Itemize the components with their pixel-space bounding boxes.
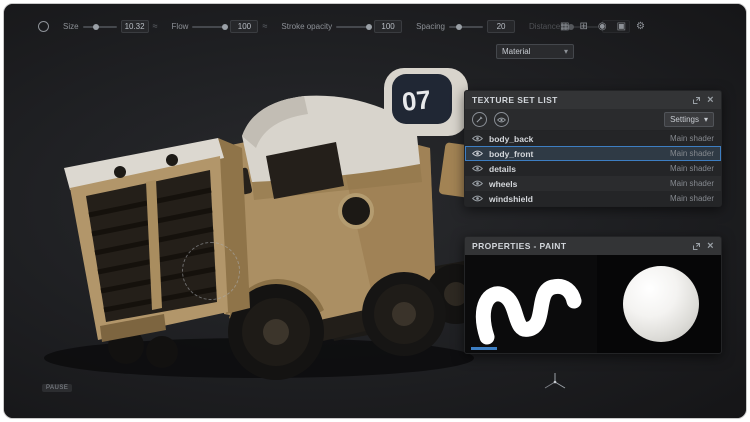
properties-paint-panel: PROPERTIES - PAINT × bbox=[464, 236, 722, 354]
close-icon[interactable]: × bbox=[707, 95, 714, 106]
texture-set-row[interactable]: body_back Main shader bbox=[465, 131, 721, 146]
stroke-opacity-value[interactable]: 100 bbox=[374, 20, 402, 33]
eye-icon[interactable] bbox=[472, 150, 483, 157]
brush-cursor bbox=[182, 242, 240, 300]
viewport-3d-model[interactable]: 07 bbox=[4, 56, 474, 391]
gear-icon[interactable]: ⚙ bbox=[636, 22, 645, 32]
brush-toolbar: Size 10.32 ≈ Flow 100 ≈ Stroke opacity 1… bbox=[38, 20, 630, 33]
panel-icon[interactable]: ▣ bbox=[617, 22, 626, 32]
sphere-view-icon[interactable]: ◉ bbox=[598, 22, 607, 32]
panel-title: PROPERTIES - PAINT bbox=[472, 241, 566, 251]
grid-icon[interactable]: ▦ bbox=[560, 22, 569, 32]
axis-gizmo-icon bbox=[541, 370, 569, 394]
eye-icon[interactable] bbox=[472, 135, 483, 142]
truck-number: 07 bbox=[400, 84, 432, 117]
settings-dropdown[interactable]: Settings ▾ bbox=[664, 112, 714, 127]
size-control: Size 10.32 ≈ bbox=[63, 20, 158, 33]
size-slider[interactable] bbox=[83, 26, 117, 28]
texture-set-name: windshield bbox=[489, 194, 533, 204]
flow-value[interactable]: 100 bbox=[230, 20, 258, 33]
close-icon[interactable]: × bbox=[707, 241, 714, 252]
properties-paint-header[interactable]: PROPERTIES - PAINT × bbox=[465, 237, 721, 255]
texture-set-list-panel: TEXTURE SET LIST × Settings ▾ body_back bbox=[464, 90, 722, 207]
texture-set-toolbar: Settings ▾ bbox=[465, 109, 721, 131]
spacing-slider[interactable] bbox=[449, 26, 483, 28]
material-mode-label: Material bbox=[502, 47, 530, 56]
undock-icon[interactable] bbox=[692, 242, 701, 251]
material-sphere-preview[interactable] bbox=[623, 266, 699, 342]
stroke-opacity-control: Stroke opacity 100 bbox=[281, 20, 402, 33]
distance-label: Distance bbox=[529, 22, 560, 31]
size-label: Size bbox=[63, 22, 79, 31]
flow-label: Flow bbox=[172, 22, 189, 31]
shader-label: Main shader bbox=[670, 149, 714, 158]
stroke-opacity-label: Stroke opacity bbox=[281, 22, 332, 31]
texture-set-list-header[interactable]: TEXTURE SET LIST × bbox=[465, 91, 721, 109]
flow-slider[interactable] bbox=[192, 26, 226, 28]
paint-filter-icon[interactable] bbox=[472, 112, 487, 127]
pressure-icon[interactable]: ≈ bbox=[153, 22, 158, 31]
shader-label: Main shader bbox=[670, 134, 714, 143]
spacing-control: Spacing 20 bbox=[416, 20, 515, 33]
size-value[interactable]: 10.32 bbox=[121, 20, 149, 33]
viewport-3d[interactable]: 07 bbox=[4, 4, 746, 418]
texture-set-name: details bbox=[489, 164, 516, 174]
texture-set-rows: body_back Main shader body_front Main sh… bbox=[465, 131, 721, 206]
eye-icon[interactable] bbox=[472, 180, 483, 187]
shader-label: Main shader bbox=[670, 194, 714, 203]
texture-set-row-selected[interactable]: body_front Main shader bbox=[465, 146, 721, 161]
brush-preview-area bbox=[465, 255, 721, 353]
texture-set-row[interactable]: details Main shader bbox=[465, 161, 721, 176]
eye-icon[interactable] bbox=[472, 165, 483, 172]
settings-label: Settings bbox=[670, 115, 699, 124]
flow-control: Flow 100 ≈ bbox=[172, 20, 268, 33]
brush-stroke-preview bbox=[473, 259, 593, 349]
status-chip[interactable]: PAUSE bbox=[42, 384, 72, 392]
texture-set-name: wheels bbox=[489, 179, 517, 189]
texture-set-row[interactable]: windshield Main shader bbox=[465, 191, 721, 206]
eye-icon[interactable] bbox=[472, 195, 483, 202]
spacing-value[interactable]: 20 bbox=[487, 20, 515, 33]
shader-label: Main shader bbox=[670, 164, 714, 173]
stroke-opacity-slider[interactable] bbox=[336, 26, 370, 28]
scroll-indicator[interactable] bbox=[471, 347, 497, 350]
texture-set-row[interactable]: wheels Main shader bbox=[465, 176, 721, 191]
texture-set-name: body_back bbox=[489, 134, 533, 144]
spacing-label: Spacing bbox=[416, 22, 445, 31]
chevron-down-icon: ▾ bbox=[564, 47, 568, 56]
split-view-icon[interactable]: ⊞ bbox=[579, 22, 587, 32]
viewport-toolbar: ▦ ⊞ ◉ ▣ ⚙ bbox=[560, 22, 645, 32]
panel-title: TEXTURE SET LIST bbox=[472, 95, 558, 105]
shader-label: Main shader bbox=[670, 179, 714, 188]
undock-icon[interactable] bbox=[692, 96, 701, 105]
texture-set-name: body_front bbox=[489, 149, 533, 159]
app-window: 07 bbox=[3, 3, 747, 419]
chevron-down-icon: ▾ bbox=[704, 115, 708, 124]
brush-tip-icon[interactable] bbox=[38, 21, 49, 32]
material-mode-dropdown[interactable]: Material ▾ bbox=[496, 44, 574, 59]
visibility-filter-icon[interactable] bbox=[494, 112, 509, 127]
pressure-icon[interactable]: ≈ bbox=[262, 22, 267, 31]
